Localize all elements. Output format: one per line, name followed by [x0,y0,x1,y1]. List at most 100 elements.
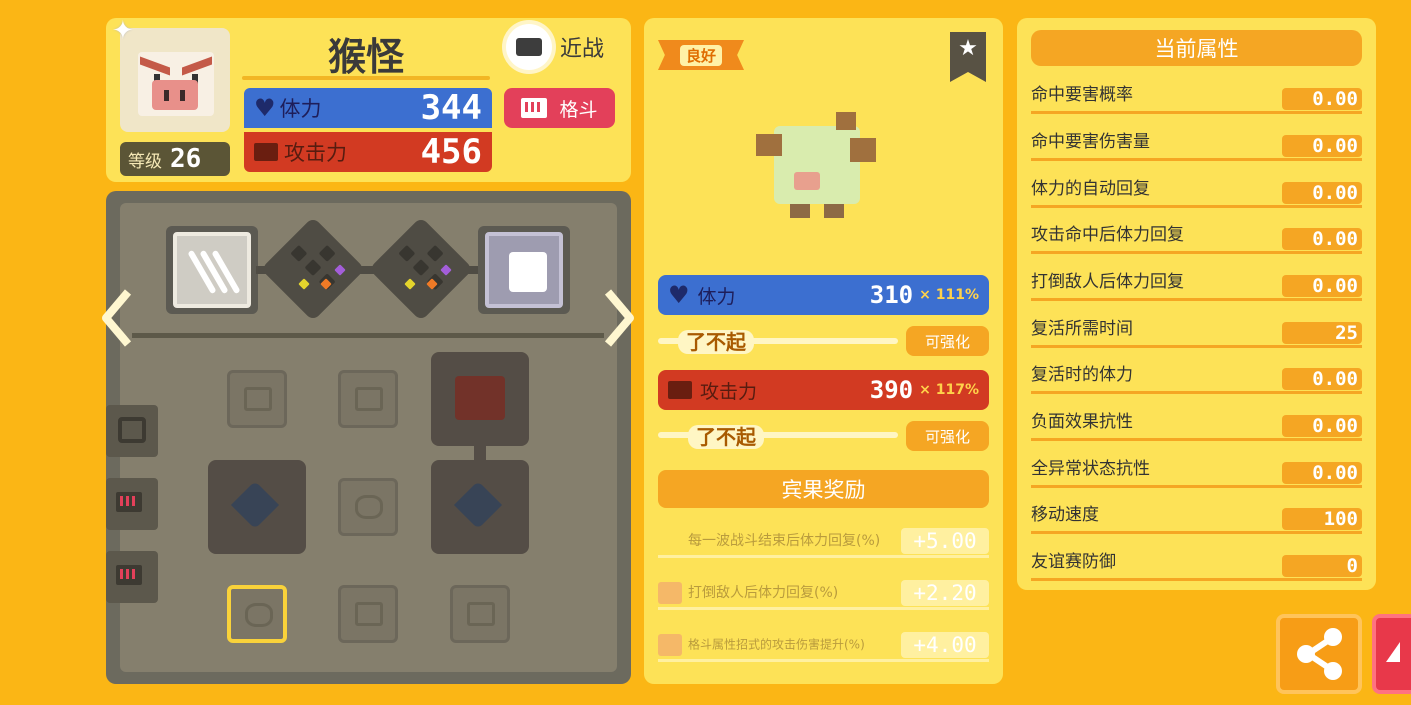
attribute-row: 负面效果抗性 0.00 [1031,407,1362,441]
level-label: 等级 [128,151,162,172]
attribute-label: 体力的自动回复 [1031,179,1150,199]
attribute-row: 攻击命中后体力回复 0.00 [1031,220,1362,254]
fighting-type-icon [521,98,548,118]
attack-stone-icon [244,387,272,411]
pokemon-summary-card: ✦ 等级 26 猴怪 ♥ 体力 344 攻击力 456 近战 格斗 [106,16,631,182]
attack-upgrade-button[interactable]: 可强化 [906,421,989,451]
attributes-title: 当前属性 [1031,30,1362,66]
attribute-row: 打倒敌人后体力回复 0.00 [1031,267,1362,301]
star-icon: ★ [958,36,978,61]
melee-icon [506,24,552,70]
next-arrow-button[interactable] [602,288,636,348]
slot-icon [118,417,146,443]
pokemon-portrait [120,28,230,132]
quality-ribbon: 良好 [658,40,744,70]
attribute-value: 0.00 [1282,462,1362,484]
attribute-row: 命中要害伤害量 0.00 [1031,127,1362,161]
attribute-label: 攻击命中后体力回复 [1031,225,1184,245]
stone-slot[interactable] [338,370,398,428]
bonus-label: 每一波战斗结束后体力回复(%) [688,533,881,549]
hp-upgrade-button[interactable]: 可强化 [906,326,989,356]
hp-stat: ♥ 体力 344 [244,88,492,128]
attack-stat: 攻击力 456 [244,132,492,172]
move-slot-scratch[interactable] [166,226,258,314]
attribute-label: 友谊赛防御 [1031,552,1116,572]
heart-icon: ♥ [668,281,690,309]
attribute-value: 0.00 [1282,415,1362,437]
attribute-label: 复活所需时间 [1031,319,1133,339]
bingo-bonus-title: 宾果奖励 [658,470,989,508]
side-tab-fighting[interactable] [106,551,158,603]
attribute-label: 全异常状态抗性 [1031,459,1150,479]
hp-stone[interactable] [431,460,529,554]
hp-rating: 了不起 [678,330,754,354]
previous-arrow-button[interactable] [100,288,134,348]
bonus-value: +4.00 [901,632,989,658]
fighting-type-icon [658,634,682,656]
stone-slot[interactable] [338,478,398,536]
attribute-label: 打倒敌人后体力回复 [1031,272,1184,292]
side-tab-slot[interactable] [106,405,158,457]
share-icon [1297,628,1342,680]
attribute-label: 命中要害概率 [1031,85,1133,105]
attack-stone[interactable] [431,352,529,446]
heart-outline-icon [245,603,273,627]
move-slot-fighting[interactable] [478,226,570,314]
attribute-row: 全异常状态抗性 0.00 [1031,454,1362,488]
heart-icon [230,480,280,530]
attribute-row: 命中要害概率 0.00 [1031,80,1362,114]
attack-rating: 了不起 [688,425,764,449]
bonus-label: 格斗属性招式的攻击伤害提升(%) [688,637,865,652]
heart-icon: ♥ [254,94,276,122]
shiny-sparkle-icon: ✦ [112,16,134,46]
stone-slot-selected[interactable] [227,585,287,643]
release-button[interactable] [1372,614,1411,694]
pokemon-name: 猴怪 [327,35,404,79]
release-icon [1386,642,1400,662]
base-attack-stat: 攻击力 390 × 117% [658,370,989,410]
stone-slot[interactable] [338,585,398,643]
bingo-bonus-row: 每一波战斗结束后体力回复(%) +5.00 [658,528,989,558]
quality-label: 良好 [679,44,722,66]
hp-label: 体力 [279,97,322,121]
type-label: 格斗 [559,98,598,121]
heart-outline-icon [355,495,383,519]
base-attack-label: 攻击力 [700,380,758,403]
share-button[interactable] [1276,614,1362,694]
attack-icon [254,143,278,161]
attack-stone-icon [467,602,495,626]
level-value: 26 [170,144,202,174]
attribute-value: 0.00 [1282,88,1362,110]
side-tab-fighting[interactable] [106,478,158,530]
attribute-row: 复活所需时间 25 [1031,314,1362,348]
type-badge: 格斗 [504,88,615,128]
attribute-value: 0.00 [1282,135,1362,157]
attack-multiplier: × 117% [919,382,979,398]
bingo-bonus-row: 打倒敌人后体力回复(%) +2.20 [658,580,989,610]
attribute-label: 移动速度 [1031,505,1099,525]
base-hp-stat: ♥ 体力 310 × 111% [658,275,989,315]
favorite-bookmark-button[interactable]: ★ [950,32,986,82]
stone-slot[interactable] [227,370,287,428]
attribute-value: 100 [1282,508,1362,530]
attack-icon [668,381,692,399]
hp-multiplier: × 111% [919,287,979,303]
fist-icon [116,565,142,585]
pokemon-model [752,108,882,228]
attack-style: 近战 [506,24,604,70]
pokemon-detail-card: 良好 ★ ♥ 体力 310 × 111% 了不起 可强化 攻击力 390 × 1… [644,18,1003,684]
stone-slot[interactable] [450,585,510,643]
attribute-label: 负面效果抗性 [1031,412,1133,432]
attribute-value: 0.00 [1282,275,1362,297]
attribute-value: 0.00 [1282,368,1362,390]
hp-stone[interactable] [208,460,306,554]
level-badge: 等级 26 [120,142,230,176]
attack-stone-icon [455,376,505,420]
attribute-value: 0.00 [1282,182,1362,204]
attack-value: 456 [420,132,482,172]
fighting-type-icon [658,582,682,604]
attribute-label: 命中要害伤害量 [1031,132,1150,152]
attribute-value: 0 [1282,555,1362,577]
bonus-value: +5.00 [901,528,989,554]
attribute-row: 复活时的体力 0.00 [1031,360,1362,394]
